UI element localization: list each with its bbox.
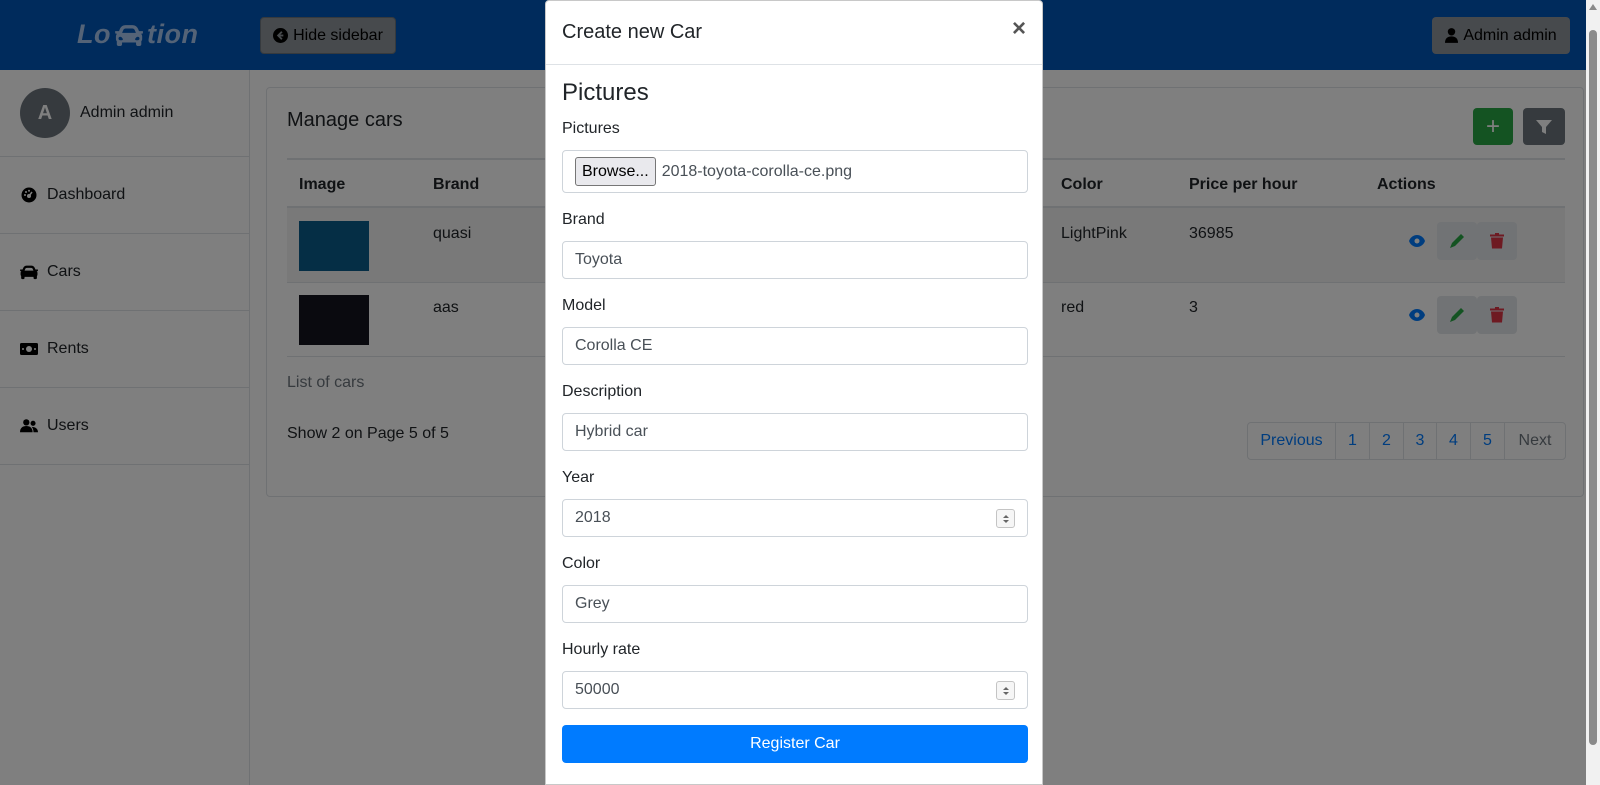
description-label: Description [562,383,643,400]
hourly-rate-stepper[interactable] [996,681,1015,700]
create-car-modal: Create new Car × Pictures Pictures Brows… [545,0,1043,785]
brand-label: Brand [562,211,605,228]
color-label: Color [562,555,601,572]
year-stepper[interactable] [996,509,1015,528]
file-name: 2018-toyota-corolla-ce.png [661,162,853,180]
scroll-up-arrow[interactable] [1589,4,1597,10]
section-title: Pictures [562,79,649,106]
hourly-rate-value: 50000 [575,681,620,698]
pictures-file-input[interactable]: Browse... 2018-toyota-corolla-ce.png [562,150,1028,193]
model-label: Model [562,297,606,314]
year-field[interactable]: 2018 [562,499,1028,537]
modal-title: Create new Car [562,21,703,43]
model-field[interactable]: Corolla CE [562,327,1028,365]
year-label: Year [562,469,595,486]
modal-header: Create new Car × [546,1,1042,65]
description-field[interactable]: Hybrid car [562,413,1028,451]
close-icon[interactable]: × [1012,17,1026,41]
hourly-rate-label: Hourly rate [562,641,641,658]
pictures-label: Pictures [562,120,620,137]
scrollbar-thumb[interactable] [1589,30,1597,745]
year-value: 2018 [575,509,611,526]
browse-button[interactable]: Browse... [575,157,656,186]
color-field[interactable]: Grey [562,585,1028,623]
brand-field[interactable]: Toyota [562,241,1028,279]
register-car-button[interactable]: Register Car [562,725,1028,763]
hourly-rate-field[interactable]: 50000 [562,671,1028,709]
